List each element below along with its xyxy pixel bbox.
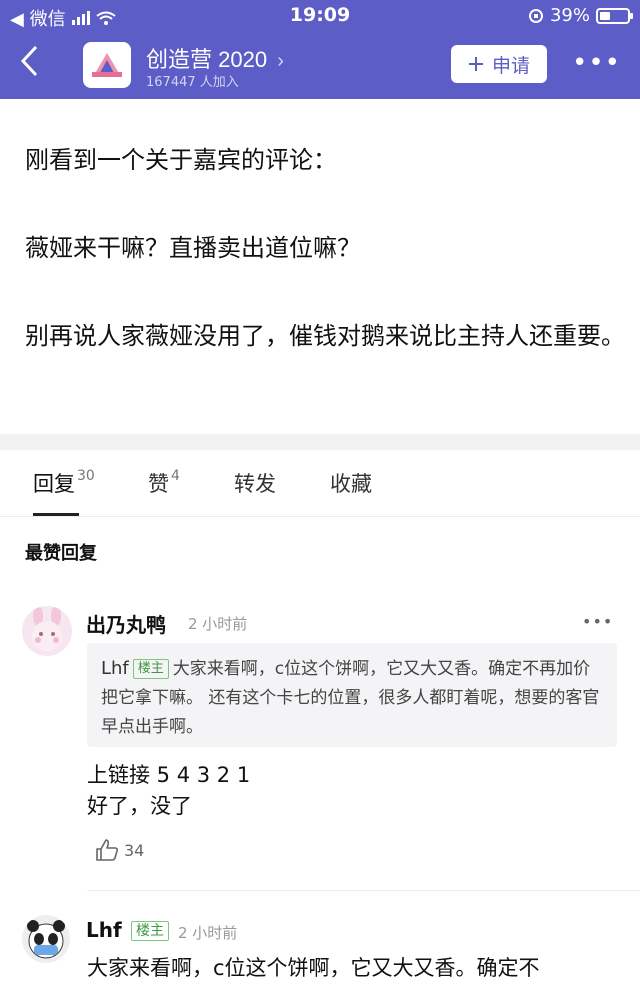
post-paragraph: 别再说人家薇娅没用了，催钱对鹅来说比主持人还重要。 [25, 322, 625, 350]
chevron-left-icon [20, 45, 38, 77]
comment-body: 上链接 5 4 3 2 1 好了，没了 [87, 760, 250, 822]
quoted-reply[interactable]: Lhf 楼主 大家来看啊，c位这个饼啊，它又大又香。确定不再加价把它拿下嘛。 还有这… [87, 643, 617, 747]
op-badge: 楼主 [132, 659, 169, 679]
tab-likes[interactable]: 赞4 [148, 468, 180, 498]
post-paragraph: 刚看到一个关于嘉宾的评论： [25, 146, 337, 174]
tab-replies[interactable]: 回复 30 [33, 468, 95, 498]
quote-text: 大家来看啊，c位这个饼啊，它又大又香。确定不再加价把它拿下嘛。 还有这个卡七的位… [101, 659, 600, 737]
comment-author[interactable]: Lhf [86, 918, 122, 942]
like-button[interactable]: 34 [94, 838, 144, 862]
battery-percent: 39% [549, 5, 590, 26]
apply-label: 申请 [491, 54, 530, 77]
plus-icon [468, 57, 483, 71]
post-paragraph: 薇娅来干嘛？直播卖出道位嘛？ [25, 234, 361, 262]
comment-line: 上链接 5 4 3 2 1 [87, 763, 251, 787]
tab-forward[interactable]: 转发 [234, 468, 276, 498]
comment-time: 2 小时前 [178, 924, 238, 942]
comment-line: 好了，没了 [87, 794, 192, 818]
post-body: 刚看到一个关于嘉宾的评论： 薇娅来干嘛？直播卖出道位嘛？ 别再说人家薇娅没用了，… [25, 138, 625, 359]
avatar[interactable] [22, 915, 70, 963]
comment-body: 大家来看啊，c位这个饼啊，它又大又香。确定不 [87, 956, 540, 980]
chevron-right-icon: › [277, 50, 284, 72]
op-badge: 楼主 [131, 921, 169, 941]
more-options-icon[interactable]: ••• [572, 48, 621, 78]
battery-icon [596, 7, 633, 24]
comment-divider [87, 890, 640, 891]
tab-bar: 回复 30 赞4 转发 收藏 [0, 450, 640, 517]
orientation-lock-icon [528, 8, 543, 23]
group-title[interactable]: 创造营 2020 › [146, 42, 284, 74]
thumbs-up-icon [96, 839, 119, 861]
quote-author: Lhf [101, 658, 129, 679]
more-icon[interactable]: ••• [582, 612, 613, 631]
active-tab-indicator [33, 513, 79, 516]
section-title: 最赞回复 [25, 543, 97, 564]
status-bar: ◀ 微信 19:09 39% [0, 0, 640, 34]
user-avatar-icon [32, 606, 62, 651]
member-count: 167447 人加入 [146, 75, 239, 90]
group-logo-icon [92, 53, 122, 77]
comment-time: 2 小时前 [188, 615, 248, 633]
section-divider [0, 434, 640, 450]
comment-author[interactable]: 出乃丸鸭 [86, 609, 166, 638]
top-bar: ◀ 微信 19:09 39% 创造营 2020 › 167447 人加入 申请 … [0, 0, 640, 99]
avatar[interactable] [22, 606, 72, 656]
panda-avatar-icon [27, 920, 65, 959]
back-button[interactable] [18, 44, 50, 84]
like-count: 34 [124, 840, 145, 860]
group-logo[interactable] [83, 42, 131, 88]
tab-favorite[interactable]: 收藏 [330, 468, 372, 498]
apply-button[interactable]: 申请 [451, 45, 547, 83]
